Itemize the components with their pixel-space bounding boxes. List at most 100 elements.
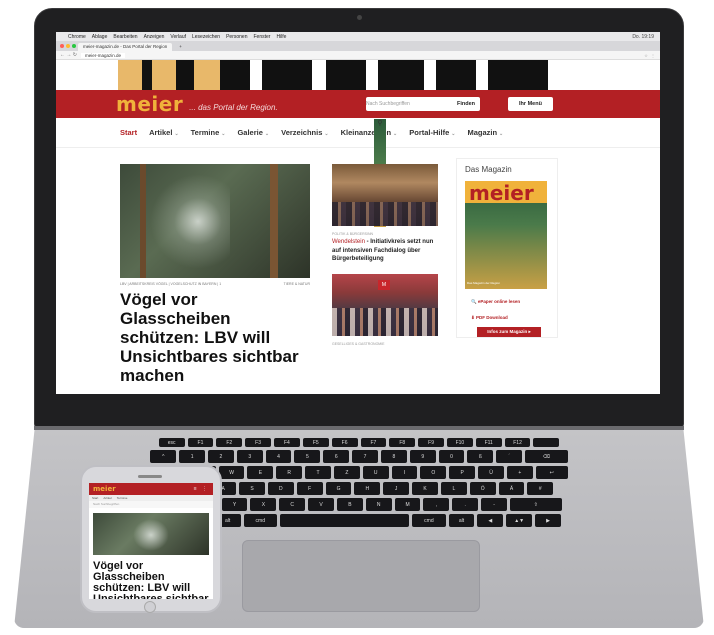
keyboard-key[interactable]	[533, 438, 560, 447]
keyboard-key[interactable]: -	[481, 498, 507, 511]
phone-menu-icon[interactable]: ≡ ⋮	[194, 486, 209, 492]
user-menu-button[interactable]: Ihr Menü	[508, 97, 553, 111]
keyboard-key[interactable]: V	[308, 498, 334, 511]
keyboard-key[interactable]: Z	[333, 466, 360, 479]
os-menu-item[interactable]: Anzeigen	[144, 34, 165, 40]
keyboard-key[interactable]: ,	[423, 498, 450, 511]
keyboard-key[interactable]: I	[391, 466, 418, 479]
keyboard-key[interactable]: F8	[389, 438, 416, 447]
browser-nav-icons[interactable]: ← → ↻	[60, 52, 77, 58]
keyboard-key[interactable]: Ü	[478, 466, 504, 479]
keyboard-key[interactable]: cmd	[412, 514, 446, 527]
keyboard-key[interactable]: R	[276, 466, 303, 479]
keyboard-key[interactable]: Y	[221, 498, 248, 511]
teaser-title[interactable]: Wendelstein - Initiativkreis setzt nun a…	[332, 238, 442, 264]
keyboard-key[interactable]: S	[239, 482, 265, 495]
browser-extension-icons[interactable]: ☆ ⋮	[644, 53, 656, 58]
phone-site-logo[interactable]: meier	[93, 485, 116, 493]
os-menu-item[interactable]: Hilfe	[276, 34, 286, 40]
os-menu-item[interactable]: Lesezeichen	[192, 34, 220, 40]
keyboard-key[interactable]: F6	[331, 438, 358, 447]
search-button[interactable]: Finden	[452, 101, 480, 107]
keyboard-key[interactable]: 6	[323, 450, 350, 463]
nav-item-termine[interactable]: Termine ⌄	[191, 128, 226, 137]
keyboard-key[interactable]: 4	[265, 450, 292, 463]
keyboard-key[interactable]: B	[336, 498, 363, 511]
keyboard-key[interactable]: alt	[448, 514, 475, 527]
phone-search-input[interactable]: Nach Suchbegriffen	[89, 501, 213, 508]
keyboard-key[interactable]: cmd	[243, 514, 277, 527]
keyboard-key[interactable]: ◀	[477, 514, 504, 527]
keyboard-key[interactable]: #	[527, 482, 554, 495]
pdf-download-link[interactable]: ⬇ PDF Download	[471, 315, 508, 321]
keyboard-key[interactable]: Ä	[498, 482, 525, 495]
keyboard-key[interactable]: Ö	[469, 482, 496, 495]
keyboard-key[interactable]: .	[452, 498, 479, 511]
keyboard-key[interactable]: ▲▼	[506, 514, 533, 527]
keyboard-key[interactable]: F4	[274, 438, 300, 447]
keyboard-key[interactable]: F7	[360, 438, 387, 447]
keyboard-key[interactable]: K	[412, 482, 438, 495]
epaper-link[interactable]: 🔍 ePaper online lesen	[471, 299, 520, 305]
hero-article-title[interactable]: Vögel vor Glasscheiben schützen: LBV wil…	[120, 290, 310, 385]
magazine-cover[interactable]: meier Das Magazin der Region	[465, 181, 547, 289]
keyboard-key[interactable]: G	[325, 482, 352, 495]
nav-item-artikel[interactable]: Artikel ⌄	[149, 128, 179, 137]
keyboard-key[interactable]: ´	[496, 450, 523, 463]
phone-article-title[interactable]: Vögel vor Glasscheiben schützen: LBV wil…	[93, 561, 211, 600]
keyboard-key[interactable]: 7	[352, 450, 378, 463]
teaser-image[interactable]: M	[332, 274, 438, 336]
nav-item-verzeichnis[interactable]: Verzeichnis ⌄	[281, 128, 328, 137]
os-menu-item[interactable]: Chrome	[68, 34, 86, 40]
keyboard-key[interactable]: E	[247, 466, 274, 479]
nav-item-magazin[interactable]: Magazin ⌄	[467, 128, 503, 137]
os-menu-item[interactable]: Verlauf	[170, 34, 186, 40]
keyboard-key[interactable]	[279, 514, 410, 527]
keyboard-key[interactable]: P	[449, 466, 476, 479]
keyboard-key[interactable]: N	[365, 498, 392, 511]
keyboard-key[interactable]: +	[506, 466, 533, 479]
new-tab-button[interactable]: +	[174, 43, 187, 51]
keyboard-key[interactable]: F	[296, 482, 323, 495]
keyboard-key[interactable]: ↩	[535, 466, 568, 479]
keyboard-key[interactable]: L	[440, 482, 467, 495]
keyboard-key[interactable]: 2	[208, 450, 234, 463]
keyboard-key[interactable]: D	[267, 482, 294, 495]
keyboard-key[interactable]: J	[383, 482, 410, 495]
nav-item-kleinanzeigen[interactable]: Kleinanzeigen ⌄	[341, 128, 398, 137]
keyboard-key[interactable]: F3	[245, 438, 272, 447]
keyboard-key[interactable]: F9	[418, 438, 444, 447]
nav-item-galerie[interactable]: Galerie ⌄	[237, 128, 269, 137]
os-menu-item[interactable]: Fenster	[253, 34, 270, 40]
home-button[interactable]	[144, 601, 156, 613]
address-bar[interactable]: meier-magazin.de	[80, 52, 125, 58]
browser-tab[interactable]: meier-magazin.de - Das Portal der Region	[78, 43, 173, 51]
keyboard-key[interactable]: 9	[409, 450, 436, 463]
keyboard-key[interactable]: F11	[475, 438, 502, 447]
phone-nav-item[interactable]: Artikel	[103, 496, 111, 500]
hero-category[interactable]: TIERE & NATUR	[284, 282, 310, 286]
keyboard-key[interactable]: U	[362, 466, 389, 479]
nav-item-start[interactable]: Start	[120, 128, 137, 137]
keyboard-key[interactable]: 3	[236, 450, 263, 463]
search-input[interactable]: Nach Suchbegriffen	[366, 101, 452, 107]
maximize-window-icon[interactable]	[72, 44, 76, 48]
teaser-category[interactable]: POLITIK & BÜRGERSINN	[332, 232, 373, 236]
keyboard-key[interactable]: H	[354, 482, 381, 495]
keyboard-key[interactable]: F1	[187, 438, 214, 447]
os-menu-item[interactable]: Bearbeiten	[113, 34, 137, 40]
keyboard-key[interactable]: 1	[179, 450, 205, 463]
keyboard-key[interactable]: F10	[446, 438, 473, 447]
magazine-info-button[interactable]: Infos zum Magazin ▸	[477, 327, 541, 337]
keyboard-key[interactable]: ▶	[535, 514, 561, 527]
phone-nav-item[interactable]: Start	[92, 496, 98, 500]
keyboard-key[interactable]: ⇧	[509, 498, 562, 511]
trackpad[interactable]	[242, 540, 480, 612]
minimize-window-icon[interactable]	[66, 44, 70, 48]
keyboard-key[interactable]: 8	[380, 450, 407, 463]
keyboard-key[interactable]: F5	[302, 438, 329, 447]
keyboard-key[interactable]: F12	[504, 438, 531, 447]
keyboard-key[interactable]: 5	[294, 450, 321, 463]
phone-hero-image[interactable]	[93, 513, 209, 555]
keyboard-key[interactable]: X	[250, 498, 277, 511]
